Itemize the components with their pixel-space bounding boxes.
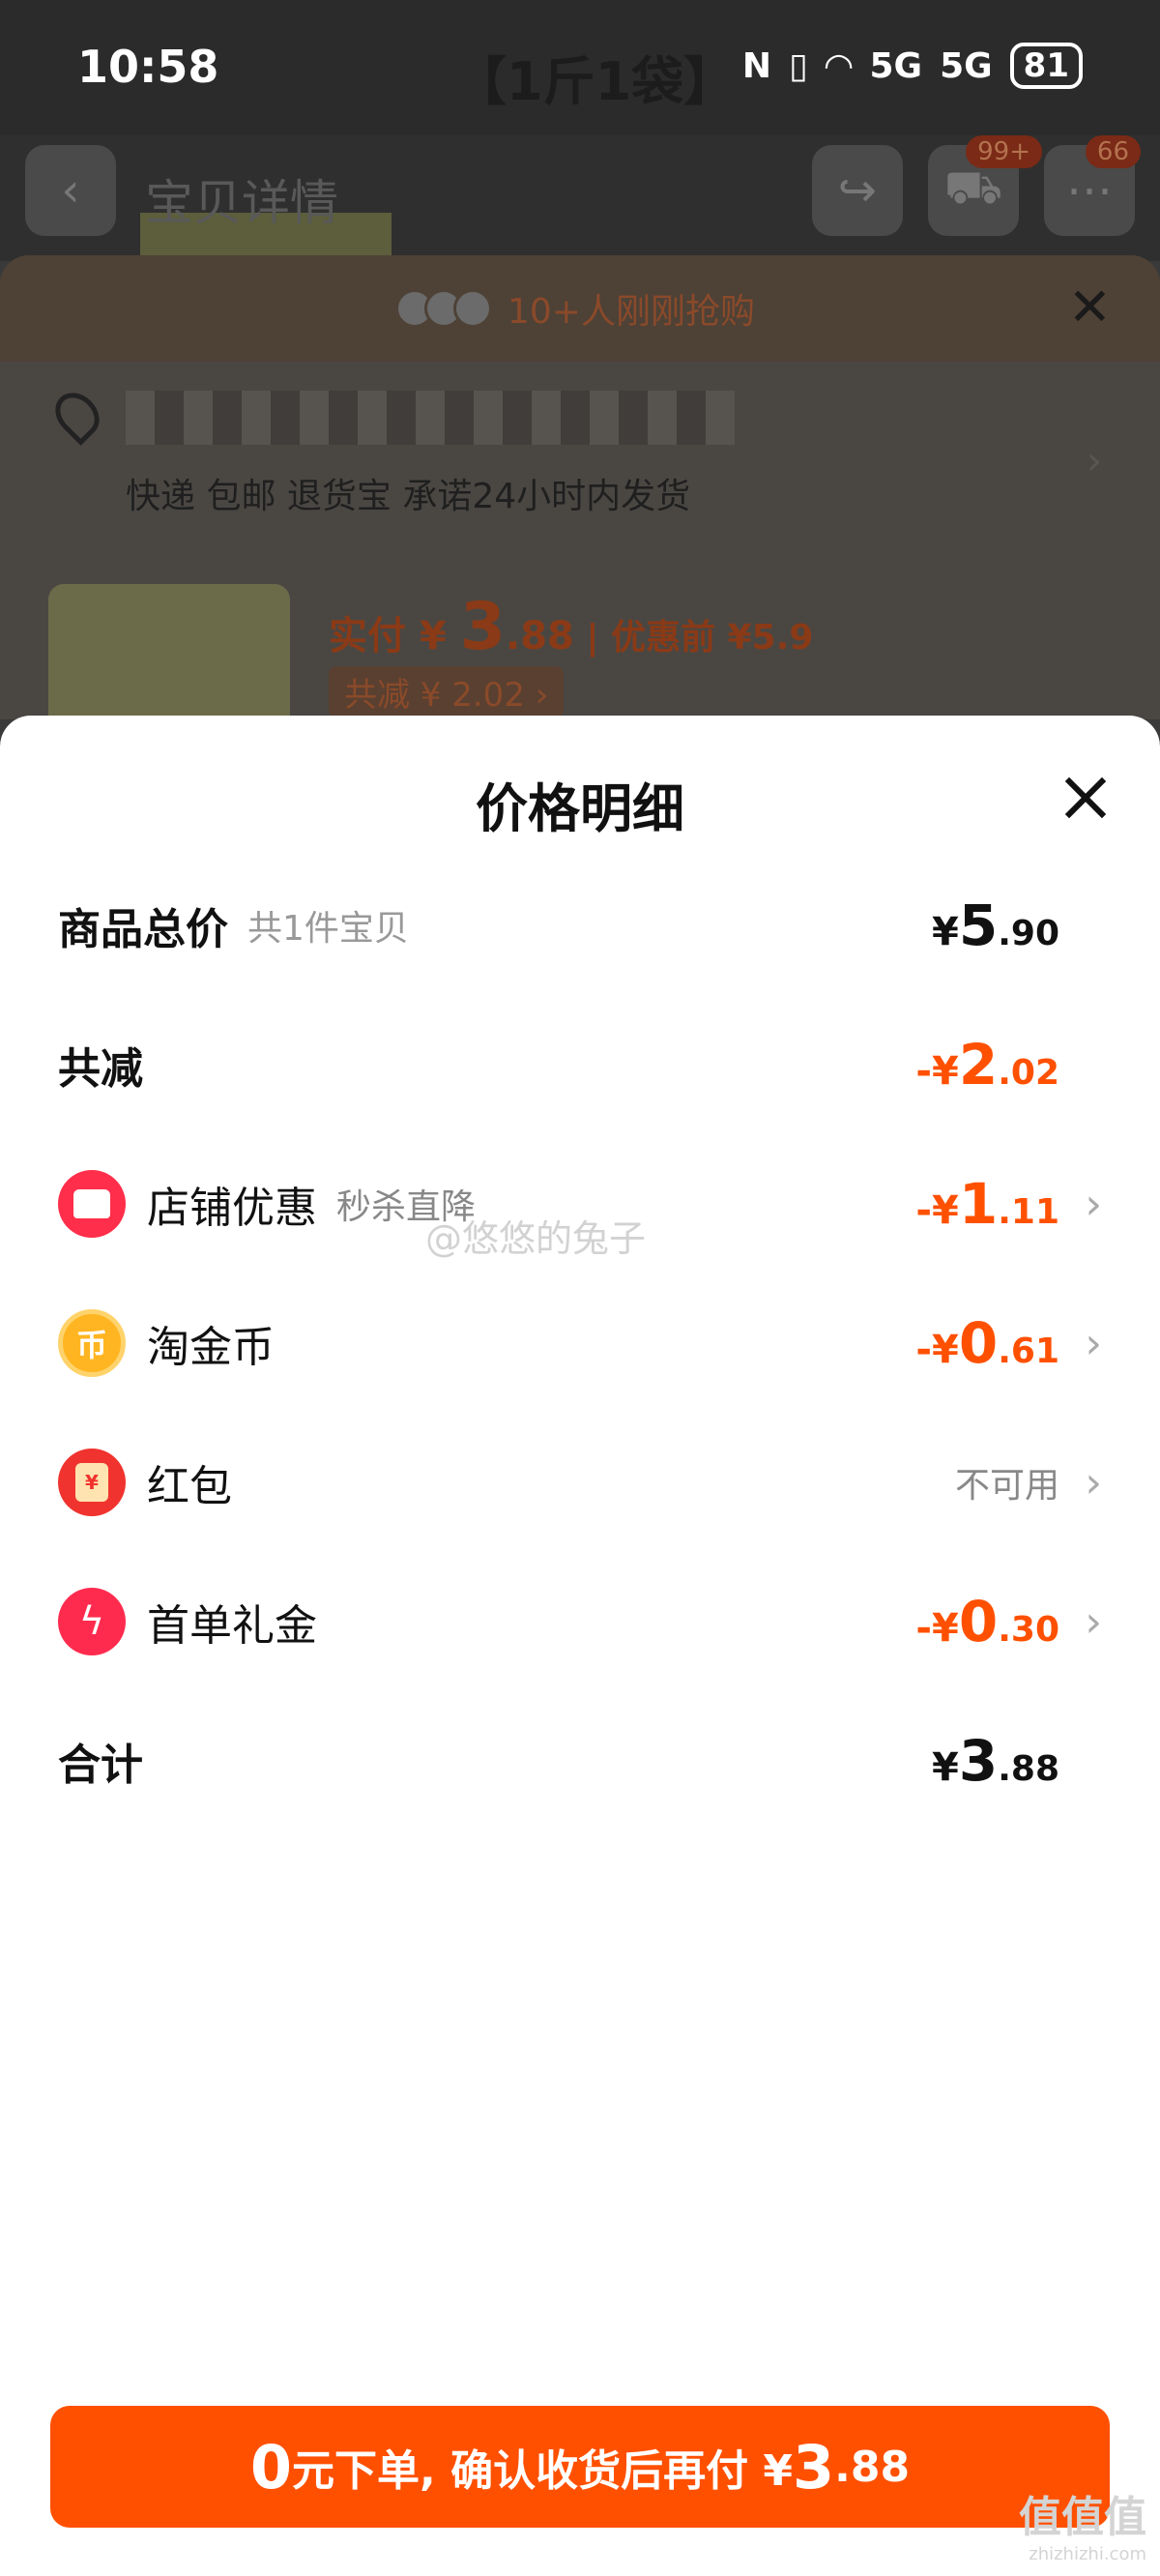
- first-label: 首单礼金: [147, 1601, 317, 1651]
- chevron-left-icon: ‹: [61, 163, 80, 218]
- total-sub: 共1件宝贝: [247, 909, 409, 949]
- corner-watermark: 值值值 zhizhizhi.com: [1019, 2493, 1146, 2564]
- coin-icon: 币: [58, 1309, 126, 1377]
- signal-5g-2: 5G: [940, 45, 993, 86]
- back-button[interactable]: ‹: [25, 145, 116, 236]
- close-icon[interactable]: ✕: [1068, 277, 1112, 337]
- store-label: 店铺优惠: [147, 1184, 317, 1233]
- redpack-value: 不可用: [954, 1466, 1059, 1506]
- signal-5g-1: 5G: [869, 45, 923, 86]
- product-price: 实付 ¥ 3.88 | 优惠前 ¥5.9: [329, 589, 814, 665]
- lightning-icon: ϟ: [58, 1588, 126, 1655]
- store-value: -¥1.11: [915, 1171, 1059, 1237]
- chevron-right-icon: ›: [1085, 1179, 1102, 1229]
- sum-value: ¥3.88: [932, 1728, 1059, 1794]
- buyer-avatars: [395, 289, 492, 328]
- total-value: ¥5.90: [932, 893, 1059, 958]
- row-sum: 合计 ¥3.88: [58, 1717, 1102, 1804]
- more-icon: ⋯: [1066, 163, 1113, 218]
- delivery-info: 快递 包邮 退货宝 承诺24小时内发货: [126, 477, 691, 516]
- total-label: 商品总价: [58, 905, 228, 954]
- status-time: 10:58: [77, 41, 219, 93]
- sum-label: 合计: [58, 1741, 143, 1790]
- redpack-label: 红包: [147, 1462, 232, 1511]
- red-packet-icon: ¥: [58, 1449, 126, 1516]
- row-red-packet[interactable]: ¥ 红包 不可用 ›: [58, 1439, 1102, 1526]
- nav-page-label: 宝贝详情: [145, 175, 338, 231]
- row-first-order-gift[interactable]: ϟ 首单礼金 -¥0.30 ›: [58, 1578, 1102, 1665]
- rush-banner: 10+人刚刚抢购 ✕: [0, 255, 1160, 362]
- wifi-icon: ◠: [825, 45, 853, 86]
- place-order-button[interactable]: 0 元下单, 确认收货后再付 ¥3.88: [50, 2406, 1110, 2528]
- discount-chip[interactable]: 共减 ¥ 2.02 ›: [329, 666, 565, 717]
- status-title-overlay: 【1斤1袋】: [454, 51, 737, 112]
- price-detail-sheet: 价格明细 商品总价 共1件宝贝 ¥5.90 共减 -¥2.02 店铺优惠 秒杀直…: [0, 716, 1160, 2576]
- row-taojinbi[interactable]: 币 淘金币 -¥0.61 ›: [58, 1300, 1102, 1387]
- cart-icon: ⛟: [943, 161, 1003, 215]
- reduce-value: -¥2.02: [915, 1032, 1059, 1098]
- coin-label: 淘金币: [147, 1323, 275, 1372]
- reduce-label: 共减: [58, 1044, 143, 1094]
- sheet-title: 价格明细: [476, 778, 684, 839]
- order-sheet-background: 10+人刚刚抢购 ✕ 快递 包邮 退货宝 承诺24小时内发货 › 实付 ¥ 3.…: [0, 255, 1160, 739]
- location-pin-icon: [46, 384, 108, 446]
- close-button[interactable]: [1061, 774, 1110, 822]
- chevron-right-icon: ›: [1085, 1596, 1102, 1647]
- row-total-price: 商品总价 共1件宝贝 ¥5.90: [58, 882, 1102, 969]
- first-value: -¥0.30: [915, 1589, 1059, 1654]
- store-icon: [58, 1170, 126, 1238]
- status-bar: 10:58 【1斤1袋】 N ▯ ◠ 5G 5G 81: [0, 0, 1160, 135]
- address-blurred: [126, 391, 735, 445]
- cart-button[interactable]: ⛟ 99+: [928, 135, 1042, 236]
- coin-value: -¥0.61: [915, 1310, 1059, 1376]
- battery-icon: 81: [1009, 43, 1083, 89]
- more-button[interactable]: ⋯ 66: [1044, 135, 1141, 236]
- vibrate-icon: ▯: [788, 45, 808, 86]
- nfc-icon: N: [741, 45, 771, 86]
- more-badge: 66: [1085, 135, 1141, 168]
- chevron-right-icon: ›: [1085, 1318, 1102, 1368]
- cart-badge: 99+: [966, 135, 1042, 168]
- rush-text: 10+人刚刚抢购: [508, 292, 755, 332]
- chevron-right-icon: ›: [1087, 439, 1102, 483]
- row-total-reduction: 共减 -¥2.02: [58, 1021, 1102, 1108]
- status-icons: N ▯ ◠ 5G 5G 81: [742, 43, 1083, 89]
- watermark: @悠悠的兔子: [425, 1217, 647, 1260]
- share-icon: ↪: [837, 163, 878, 218]
- chevron-right-icon: ›: [1085, 1457, 1102, 1508]
- share-button[interactable]: ↪: [812, 145, 903, 236]
